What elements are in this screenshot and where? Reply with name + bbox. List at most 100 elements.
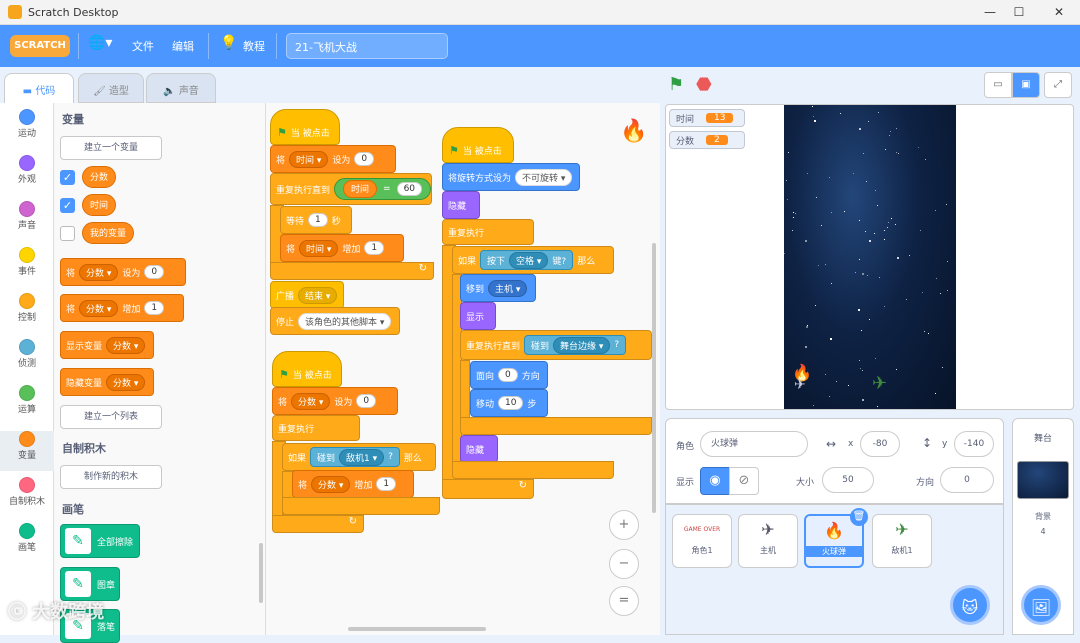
change-variable-block[interactable]: 将 分数 ▾ 增加 1 <box>292 470 414 498</box>
set-variable-block[interactable]: 将 时间 ▾ 设为 0 <box>270 145 396 173</box>
message-dropdown[interactable]: 结束 ▾ <box>298 286 338 304</box>
palette-scrollbar[interactable] <box>259 543 263 603</box>
equals-operator[interactable]: 时间 = 60 <box>334 178 432 200</box>
value-input[interactable]: 10 <box>498 396 524 410</box>
var-checkbox[interactable]: ✓ <box>60 170 75 185</box>
make-list-button[interactable]: 建立一个列表 <box>60 405 162 429</box>
variable-reporter[interactable]: 分数 <box>82 166 117 188</box>
variable-monitor[interactable]: 分数 2 <box>669 131 745 149</box>
variable-dropdown[interactable]: 分数 ▾ <box>291 392 331 410</box>
add-sprite-button[interactable]: 🐱 <box>950 585 990 625</box>
show-block[interactable]: 显示 <box>460 302 496 330</box>
zoom-in-button[interactable]: + <box>609 510 639 540</box>
repeat-until-block[interactable]: 重复执行直到 碰到 舞台边缘 ▾ ? <box>460 330 652 360</box>
when-flag-clicked-block[interactable]: ⚑ 当 被点击 <box>442 127 514 163</box>
green-flag-button[interactable]: ⚑ <box>668 74 684 95</box>
show-eye-icon[interactable]: ◉ <box>700 467 730 495</box>
tab-costumes[interactable]: 🖌 造型 <box>78 73 144 103</box>
category-4[interactable]: 事件 <box>0 247 54 287</box>
wait-block[interactable]: 等待 1 秒 <box>280 206 352 234</box>
x-input[interactable]: -80 <box>860 431 900 457</box>
key-dropdown[interactable]: 空格 ▾ <box>509 251 549 269</box>
change-variable-block[interactable]: 将 分数 ▾ 增加 1 <box>60 294 184 322</box>
sprite-tile[interactable]: GAME OVER 角色1 <box>672 514 732 568</box>
minimize-button[interactable]: — <box>975 3 1005 21</box>
pen-clear-block[interactable]: ✎ 全部擦除 <box>60 524 140 558</box>
tab-code[interactable]: ▬ 代码 <box>4 73 74 103</box>
goto-block[interactable]: 移到 主机 ▾ <box>460 274 536 302</box>
zoom-reset-button[interactable]: = <box>609 586 639 616</box>
variable-dropdown[interactable]: 分数 ▾ <box>106 373 146 391</box>
change-variable-block[interactable]: 将 时间 ▾ 增加 1 <box>280 234 404 262</box>
value-input[interactable]: 0 <box>356 394 377 408</box>
value-input[interactable]: 1 <box>308 213 328 227</box>
value-input[interactable]: 0 <box>498 368 518 382</box>
set-rotation-style-block[interactable]: 将旋转方式设为 不可旋转 ▾ <box>442 163 580 191</box>
scratch-logo[interactable]: SCRATCH <box>10 35 70 57</box>
variable-reporter[interactable]: 时间 <box>343 180 378 198</box>
sprite-name-input[interactable]: 火球弹 <box>700 431 808 457</box>
variable-dropdown[interactable]: 分数 ▾ <box>79 263 119 281</box>
sprite-tile[interactable]: ✈ 主机 <box>738 514 798 568</box>
category-1[interactable]: 运动 <box>0 109 54 149</box>
variable-dropdown[interactable]: 分数 ▾ <box>79 299 119 317</box>
close-button[interactable]: ✕ <box>1044 3 1074 21</box>
stop-option-dropdown[interactable]: 该角色的其他脚本 ▾ <box>298 312 392 330</box>
var-checkbox[interactable]: ✓ <box>60 198 75 213</box>
y-input[interactable]: -140 <box>954 431 994 457</box>
language-globe-icon[interactable]: 🌐▾ <box>88 35 112 51</box>
broadcast-block[interactable]: 广播 结束 ▾ <box>270 281 344 309</box>
vertical-scrollbar[interactable] <box>652 243 656 513</box>
tab-sounds[interactable]: 🔈 声音 <box>146 73 216 103</box>
if-key-pressed-block[interactable]: 如果 按下 空格 ▾ 键? 那么 <box>452 246 614 274</box>
category-9[interactable]: 自制积木 <box>0 477 54 517</box>
value-input[interactable]: 0 <box>354 152 375 166</box>
pen-stamp-block[interactable]: ✎ 图章 <box>60 567 120 601</box>
hide-block[interactable]: 隐藏 <box>460 435 498 463</box>
player-plane-sprite[interactable]: ✈ <box>794 377 806 393</box>
tutorials-menu[interactable]: 教程 <box>243 38 265 54</box>
category-2[interactable]: 外观 <box>0 155 54 195</box>
stage-selector[interactable]: 舞台 背景 4 🖼 <box>1012 418 1074 635</box>
hide-block[interactable]: 隐藏 <box>442 191 480 219</box>
category-5[interactable]: 控制 <box>0 293 54 333</box>
tutorials-bulb-icon[interactable]: 💡 <box>220 35 237 51</box>
value-input[interactable]: 1 <box>144 301 165 315</box>
stop-button[interactable]: ⬣ <box>696 74 712 95</box>
point-direction-block[interactable]: 面向 0 方向 <box>470 361 548 389</box>
variable-reporter[interactable]: 时间 <box>82 194 117 216</box>
fullscreen-button[interactable]: ⤢ <box>1044 72 1072 98</box>
value-input[interactable]: 60 <box>396 182 423 196</box>
target-dropdown[interactable]: 敌机1 ▾ <box>339 448 385 466</box>
move-steps-block[interactable]: 移动 10 步 <box>470 389 548 417</box>
variable-reporter[interactable]: 我的变量 <box>82 222 135 244</box>
small-stage-button[interactable]: ▭ <box>984 72 1012 98</box>
variable-dropdown[interactable]: 时间 ▾ <box>289 150 329 168</box>
when-flag-clicked-block[interactable]: ⚑ 当 被点击 <box>272 351 342 387</box>
set-variable-block[interactable]: 将 分数 ▾ 设为 0 <box>60 258 186 286</box>
category-7[interactable]: 运算 <box>0 385 54 425</box>
variable-dropdown[interactable]: 时间 ▾ <box>299 239 339 257</box>
if-block[interactable]: 如果 碰到 敌机1 ▾ ? 那么 <box>282 443 436 471</box>
variable-monitor[interactable]: 时间 13 <box>669 109 745 127</box>
show-variable-block[interactable]: 显示变量 分数 ▾ <box>60 331 154 359</box>
enemy-plane-sprite[interactable]: ✈ <box>872 373 887 394</box>
hide-variable-block[interactable]: 隐藏变量 分数 ▾ <box>60 368 154 396</box>
zoom-out-button[interactable]: − <box>609 549 639 579</box>
value-input[interactable]: 0 <box>144 265 165 279</box>
var-checkbox[interactable] <box>60 226 75 241</box>
forever-block[interactable]: 重复执行 <box>442 219 534 245</box>
file-menu[interactable]: 文件 <box>132 38 154 54</box>
variable-dropdown[interactable]: 分数 ▾ <box>311 475 351 493</box>
horizontal-scrollbar[interactable] <box>348 627 486 631</box>
size-input[interactable]: 50 <box>822 467 874 493</box>
category-3[interactable]: 声音 <box>0 201 54 241</box>
touching-edge-sensing-block[interactable]: 碰到 舞台边缘 ▾ ? <box>524 335 627 355</box>
forever-block[interactable]: 重复执行 <box>272 415 360 441</box>
category-8[interactable]: 变量 <box>0 431 54 471</box>
category-10[interactable]: 画笔 <box>0 523 54 563</box>
value-input[interactable]: 1 <box>364 241 385 255</box>
add-backdrop-button[interactable]: 🖼 <box>1021 585 1061 625</box>
maximize-button[interactable]: ☐ <box>1004 3 1034 21</box>
project-title-input[interactable]: 21-飞机大战 <box>286 33 448 59</box>
